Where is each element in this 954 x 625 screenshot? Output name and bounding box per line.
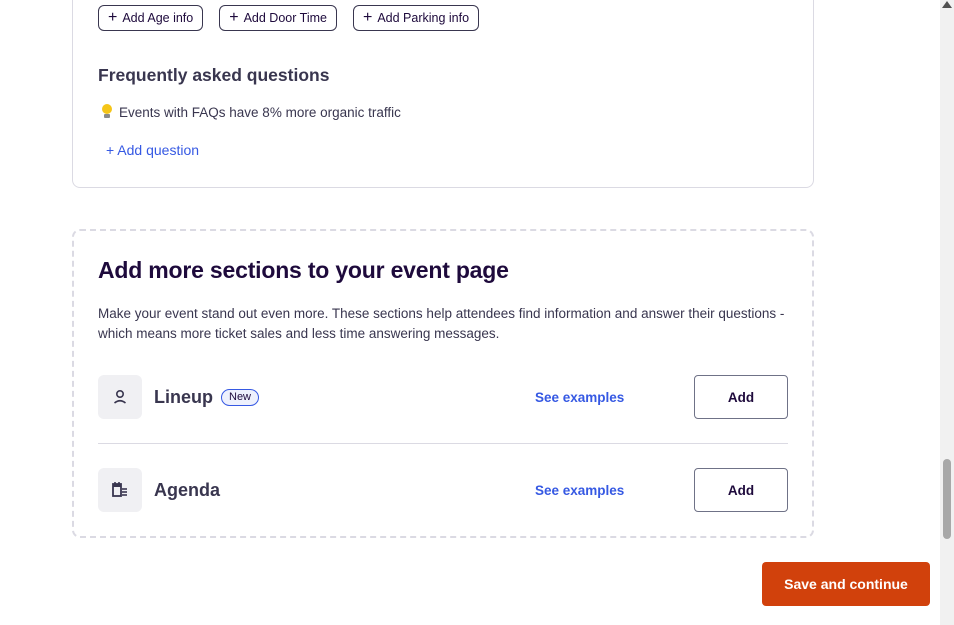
more-sections-title: Add more sections to your event page [98,257,509,283]
add-age-info-chip[interactable]: + Add Age info [98,5,204,31]
lightbulb-icon [101,104,113,120]
faq-tip: Events with FAQs have 8% more organic tr… [101,104,401,120]
add-agenda-button[interactable]: Add [694,468,788,512]
section-row-agenda: Agenda See examples Add [98,468,788,512]
add-question-link[interactable]: + Add question [106,142,199,158]
plus-icon: + [362,9,373,26]
scrollbar-thumb[interactable] [943,459,951,539]
plus-icon: + [108,9,118,26]
plus-icon: + [229,9,239,26]
person-icon [98,375,142,419]
faq-title: Frequently asked questions [98,65,330,85]
section-label: Lineup [154,386,213,407]
section-row-lineup: Lineup New See examples Add [98,375,788,419]
faq-tip-text: Events with FAQs have 8% more organic tr… [119,104,401,120]
more-sections-description: Make your event stand out even more. The… [98,306,785,341]
see-examples-link[interactable]: See examples [535,390,624,405]
section-divider [98,443,788,444]
section-label: Agenda [154,479,221,500]
chip-label: Add Door Time [243,11,327,25]
add-parking-info-chip[interactable]: + Add Parking info [352,5,480,31]
add-door-time-chip[interactable]: + Add Door Time [219,5,337,31]
add-lineup-button[interactable]: Add [694,375,788,419]
see-examples-link[interactable]: See examples [535,483,624,498]
calendar-list-icon [98,468,142,512]
scroll-up-arrow-icon[interactable] [942,1,952,8]
new-badge: New [221,388,260,406]
chip-label: Add Parking info [377,11,470,25]
quick-add-chips: + Add Age info + Add Door Time + Add Par… [98,5,480,31]
chip-label: Add Age info [122,11,194,25]
save-and-continue-button[interactable]: Save and continue [762,562,930,606]
